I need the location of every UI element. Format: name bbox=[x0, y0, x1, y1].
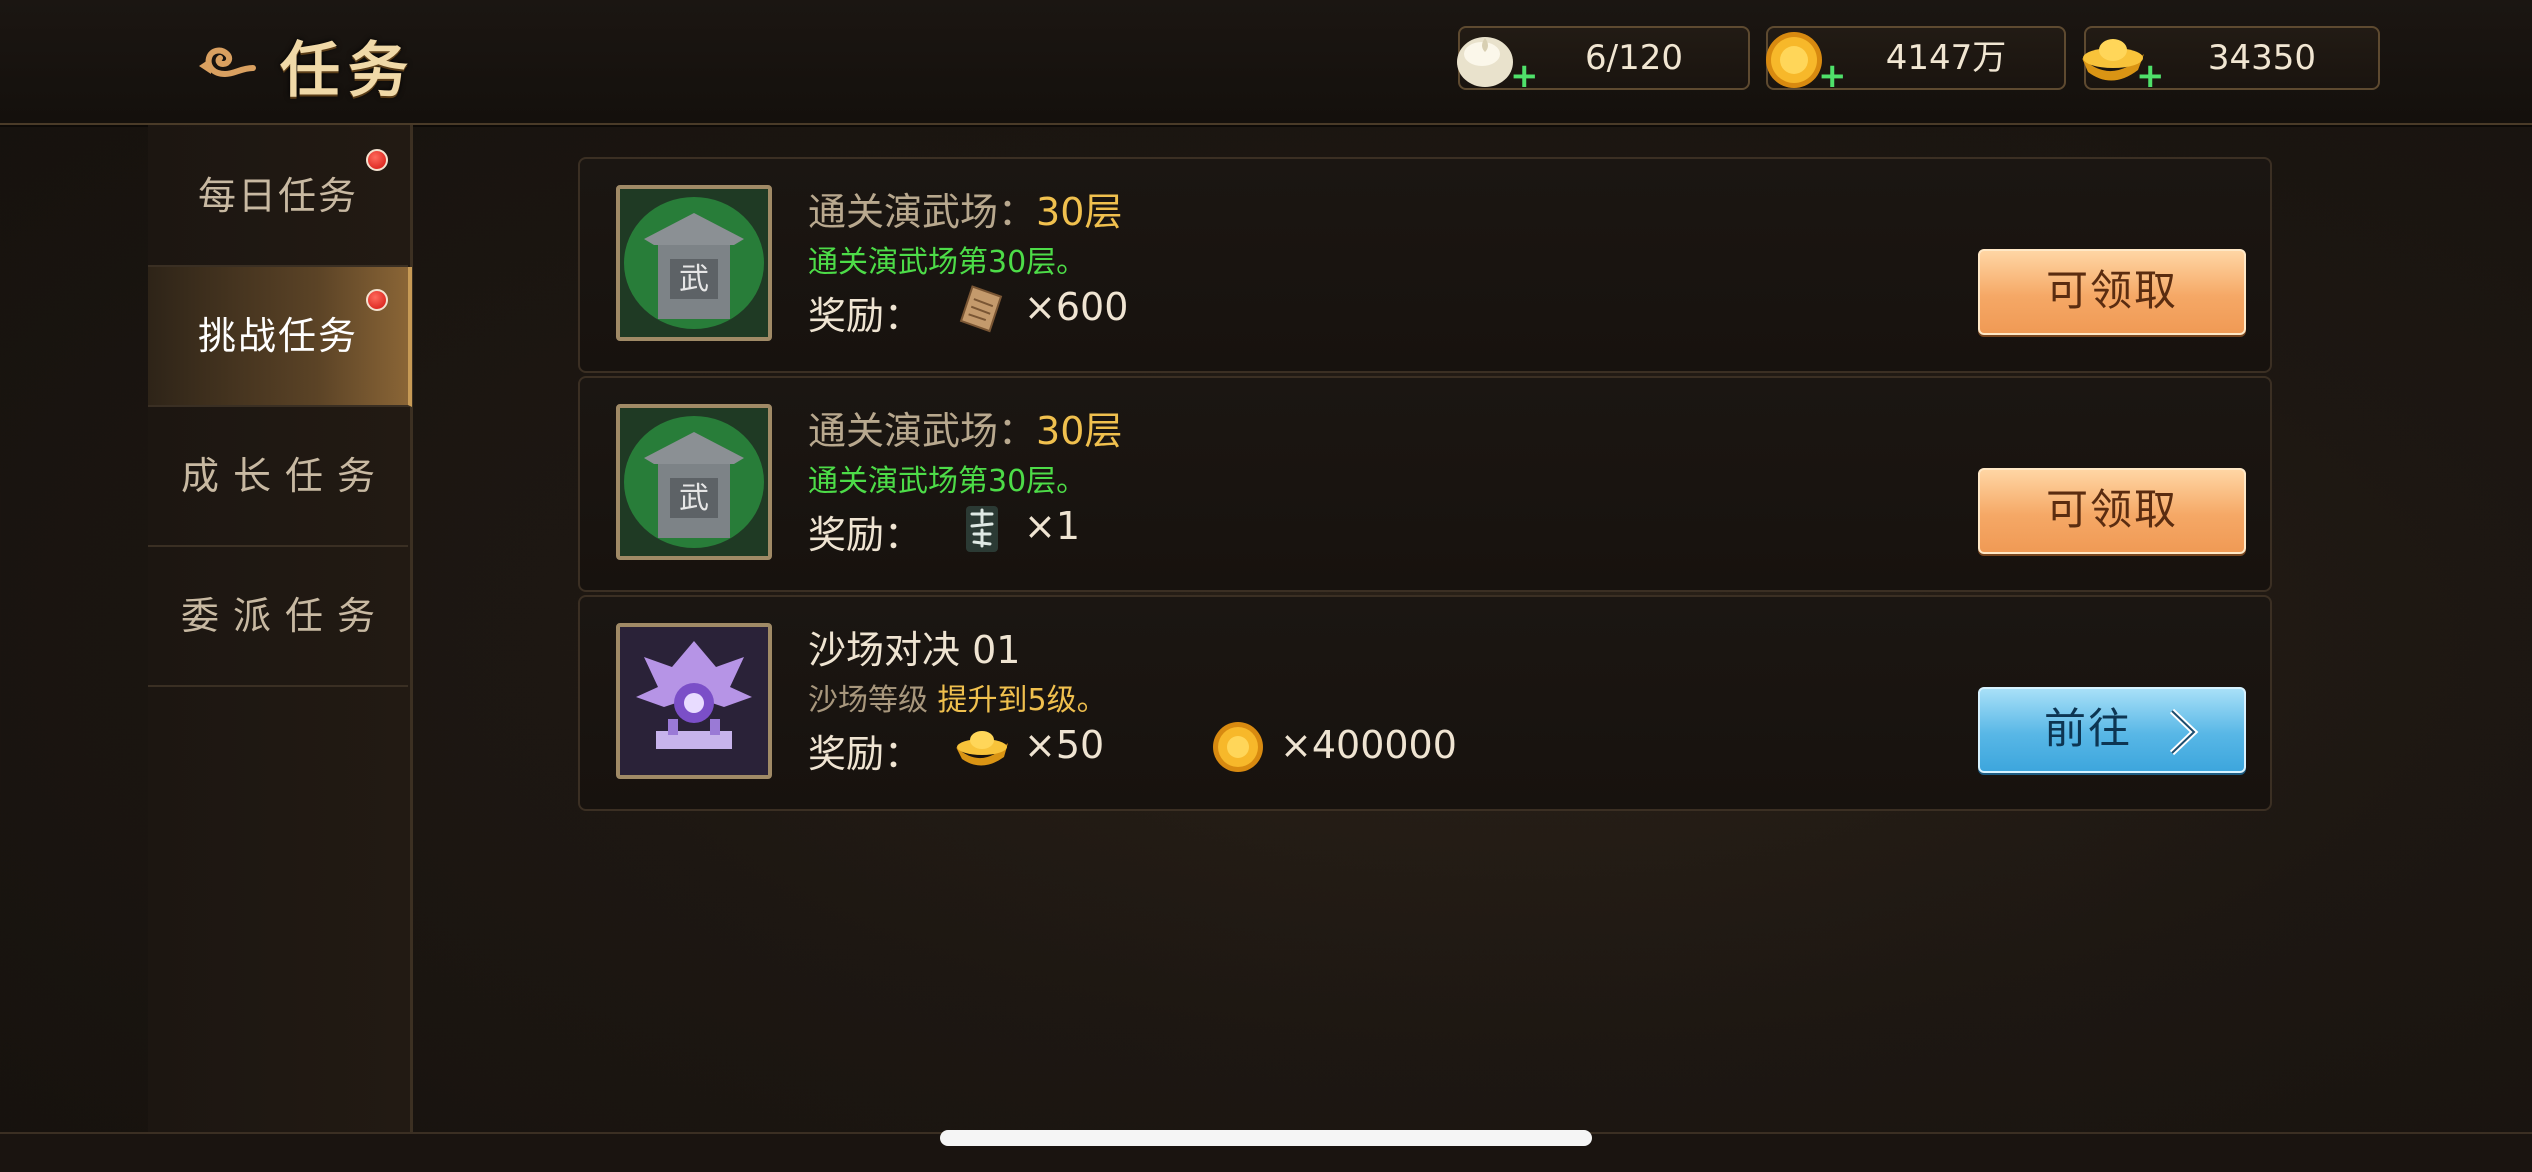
task-title: 通关演武场：30层 bbox=[808, 181, 1122, 236]
task-title-text: 通关演武场： bbox=[808, 190, 1037, 234]
task-title-value: 30层 bbox=[1036, 409, 1123, 453]
reward-quantity: ×1 bbox=[1024, 504, 1081, 548]
martial-arena-icon: 武 bbox=[616, 404, 772, 560]
svg-text:武: 武 bbox=[679, 262, 709, 297]
task-description: 通关演武场第30层。 bbox=[808, 464, 1087, 499]
task-title-text: 通关演武场： bbox=[808, 409, 1037, 453]
home-indicator[interactable] bbox=[940, 1130, 1592, 1146]
tab-daily-tasks[interactable]: 每日任务 bbox=[148, 127, 408, 267]
stamina-resource[interactable]: + 6/120 bbox=[1457, 26, 1750, 93]
page-title: 任务 bbox=[280, 36, 416, 106]
notification-dot bbox=[366, 149, 388, 171]
reward-quantity: ×600 bbox=[1024, 285, 1129, 329]
reward-label: 奖励： bbox=[808, 513, 923, 557]
ingots-resource[interactable]: + 34350 bbox=[2082, 26, 2380, 93]
claim-button[interactable]: 可领取 bbox=[1978, 249, 2246, 335]
reward-quantity: ×400000 bbox=[1280, 723, 1457, 767]
martial-arena-icon: 武 bbox=[616, 185, 772, 341]
top-bar: 任务 + 6/120 + 4147万 + 34350 bbox=[0, 0, 2532, 125]
tab-challenge-tasks[interactable]: 挑战任务 bbox=[148, 267, 412, 407]
reward-quantity: ×50 bbox=[1024, 723, 1105, 767]
task-card: 沙场对决 01 沙场等级 提升到5级。 奖励： ×50 ×400000 前往 bbox=[578, 595, 2272, 811]
back-cloud-icon[interactable] bbox=[195, 38, 257, 88]
go-button-label: 前往 bbox=[2043, 704, 2132, 753]
tab-label: 挑战任务 bbox=[197, 314, 358, 358]
tab-growth-tasks[interactable]: 成长任务 bbox=[148, 407, 408, 547]
tab-label: 委派任务 bbox=[180, 594, 389, 638]
task-card: 武 通关演武场：30层 通关演武场第30层。 奖励： ×600 可领取 bbox=[578, 157, 2272, 373]
ingots-value: 34350 bbox=[2207, 38, 2317, 78]
scroll-fragment-icon bbox=[954, 281, 1010, 337]
tab-dispatch-tasks[interactable]: 委派任务 bbox=[148, 547, 408, 687]
task-title: 通关演武场：30层 bbox=[808, 400, 1122, 455]
gold-ingot-icon bbox=[954, 719, 1010, 775]
reward-label: 奖励： bbox=[808, 294, 923, 338]
task-title-value: 30层 bbox=[1036, 190, 1123, 234]
chevron-right-icon bbox=[2166, 703, 2200, 756]
task-description: 通关演武场第30层。 bbox=[808, 245, 1087, 280]
tab-label: 成长任务 bbox=[180, 454, 389, 498]
svg-text:武: 武 bbox=[679, 481, 709, 516]
task-description: 沙场等级 提升到5级。 bbox=[808, 675, 1107, 719]
go-button[interactable]: 前往 bbox=[1978, 687, 2246, 773]
stamina-value: 6/120 bbox=[1585, 38, 1683, 78]
task-title: 沙场对决 01 bbox=[808, 628, 1021, 672]
reward-label: 奖励： bbox=[808, 732, 923, 776]
task-category-sidebar: 每日任务 挑战任务 成长任务 委派任务 bbox=[148, 125, 413, 1132]
claim-button[interactable]: 可领取 bbox=[1978, 468, 2246, 554]
gold-coin-icon bbox=[1210, 719, 1266, 775]
task-description-prefix: 沙场等级 bbox=[808, 683, 928, 718]
coins-value: 4147万 bbox=[1885, 38, 2007, 78]
task-description-value: 提升到5级。 bbox=[937, 683, 1107, 718]
coins-resource[interactable]: + 4147万 bbox=[1766, 26, 2066, 93]
tab-label: 每日任务 bbox=[197, 174, 358, 218]
notification-dot bbox=[366, 289, 388, 311]
calligraphy-token-icon bbox=[954, 500, 1010, 556]
task-card: 武 通关演武场：30层 通关演武场第30层。 奖励： ×1 可领取 bbox=[578, 376, 2272, 592]
battlefield-emblem-icon bbox=[616, 623, 772, 779]
